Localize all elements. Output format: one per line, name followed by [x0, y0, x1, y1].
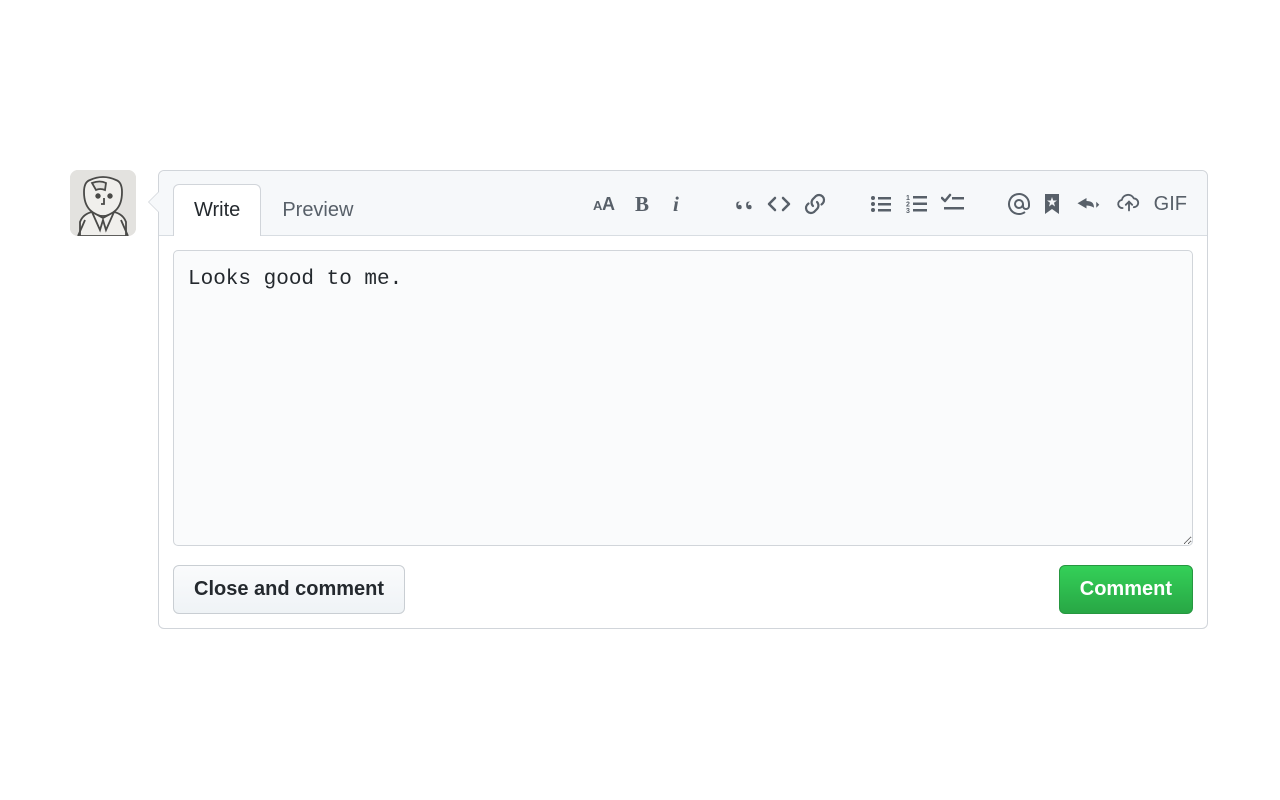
- tab-preview[interactable]: Preview: [261, 184, 374, 236]
- avatar[interactable]: [70, 170, 136, 236]
- unordered-list-icon[interactable]: [868, 191, 894, 217]
- comment-body: [159, 236, 1207, 565]
- comment-form: Write Preview AA B i: [158, 170, 1208, 629]
- comment-header: Write Preview AA B i: [159, 171, 1207, 236]
- comment-button[interactable]: Comment: [1059, 565, 1193, 614]
- gif-button[interactable]: GIF: [1154, 193, 1187, 216]
- tabs: Write Preview: [173, 183, 374, 235]
- svg-text:i: i: [673, 192, 679, 216]
- code-icon[interactable]: [766, 191, 792, 217]
- toolbar: AA B i: [592, 191, 1193, 227]
- quote-icon[interactable]: [730, 191, 756, 217]
- close-and-comment-button[interactable]: Close and comment: [173, 565, 405, 614]
- mention-icon[interactable]: [1006, 191, 1032, 217]
- upload-icon[interactable]: [1114, 191, 1144, 217]
- comment-footer: Close and comment Comment: [159, 565, 1207, 628]
- ordered-list-icon[interactable]: 123: [904, 191, 930, 217]
- comment-textarea[interactable]: [173, 250, 1193, 546]
- tab-write[interactable]: Write: [173, 184, 261, 236]
- bold-icon[interactable]: B: [628, 191, 654, 217]
- italic-icon[interactable]: i: [664, 191, 690, 217]
- task-list-icon[interactable]: [940, 191, 966, 217]
- heading-icon[interactable]: AA: [592, 191, 618, 217]
- svg-text:3: 3: [906, 208, 910, 215]
- svg-text:B: B: [635, 192, 649, 216]
- link-icon[interactable]: [802, 191, 828, 217]
- reply-icon[interactable]: [1072, 191, 1104, 217]
- svg-text:A: A: [602, 194, 615, 214]
- reference-icon[interactable]: [1042, 191, 1062, 217]
